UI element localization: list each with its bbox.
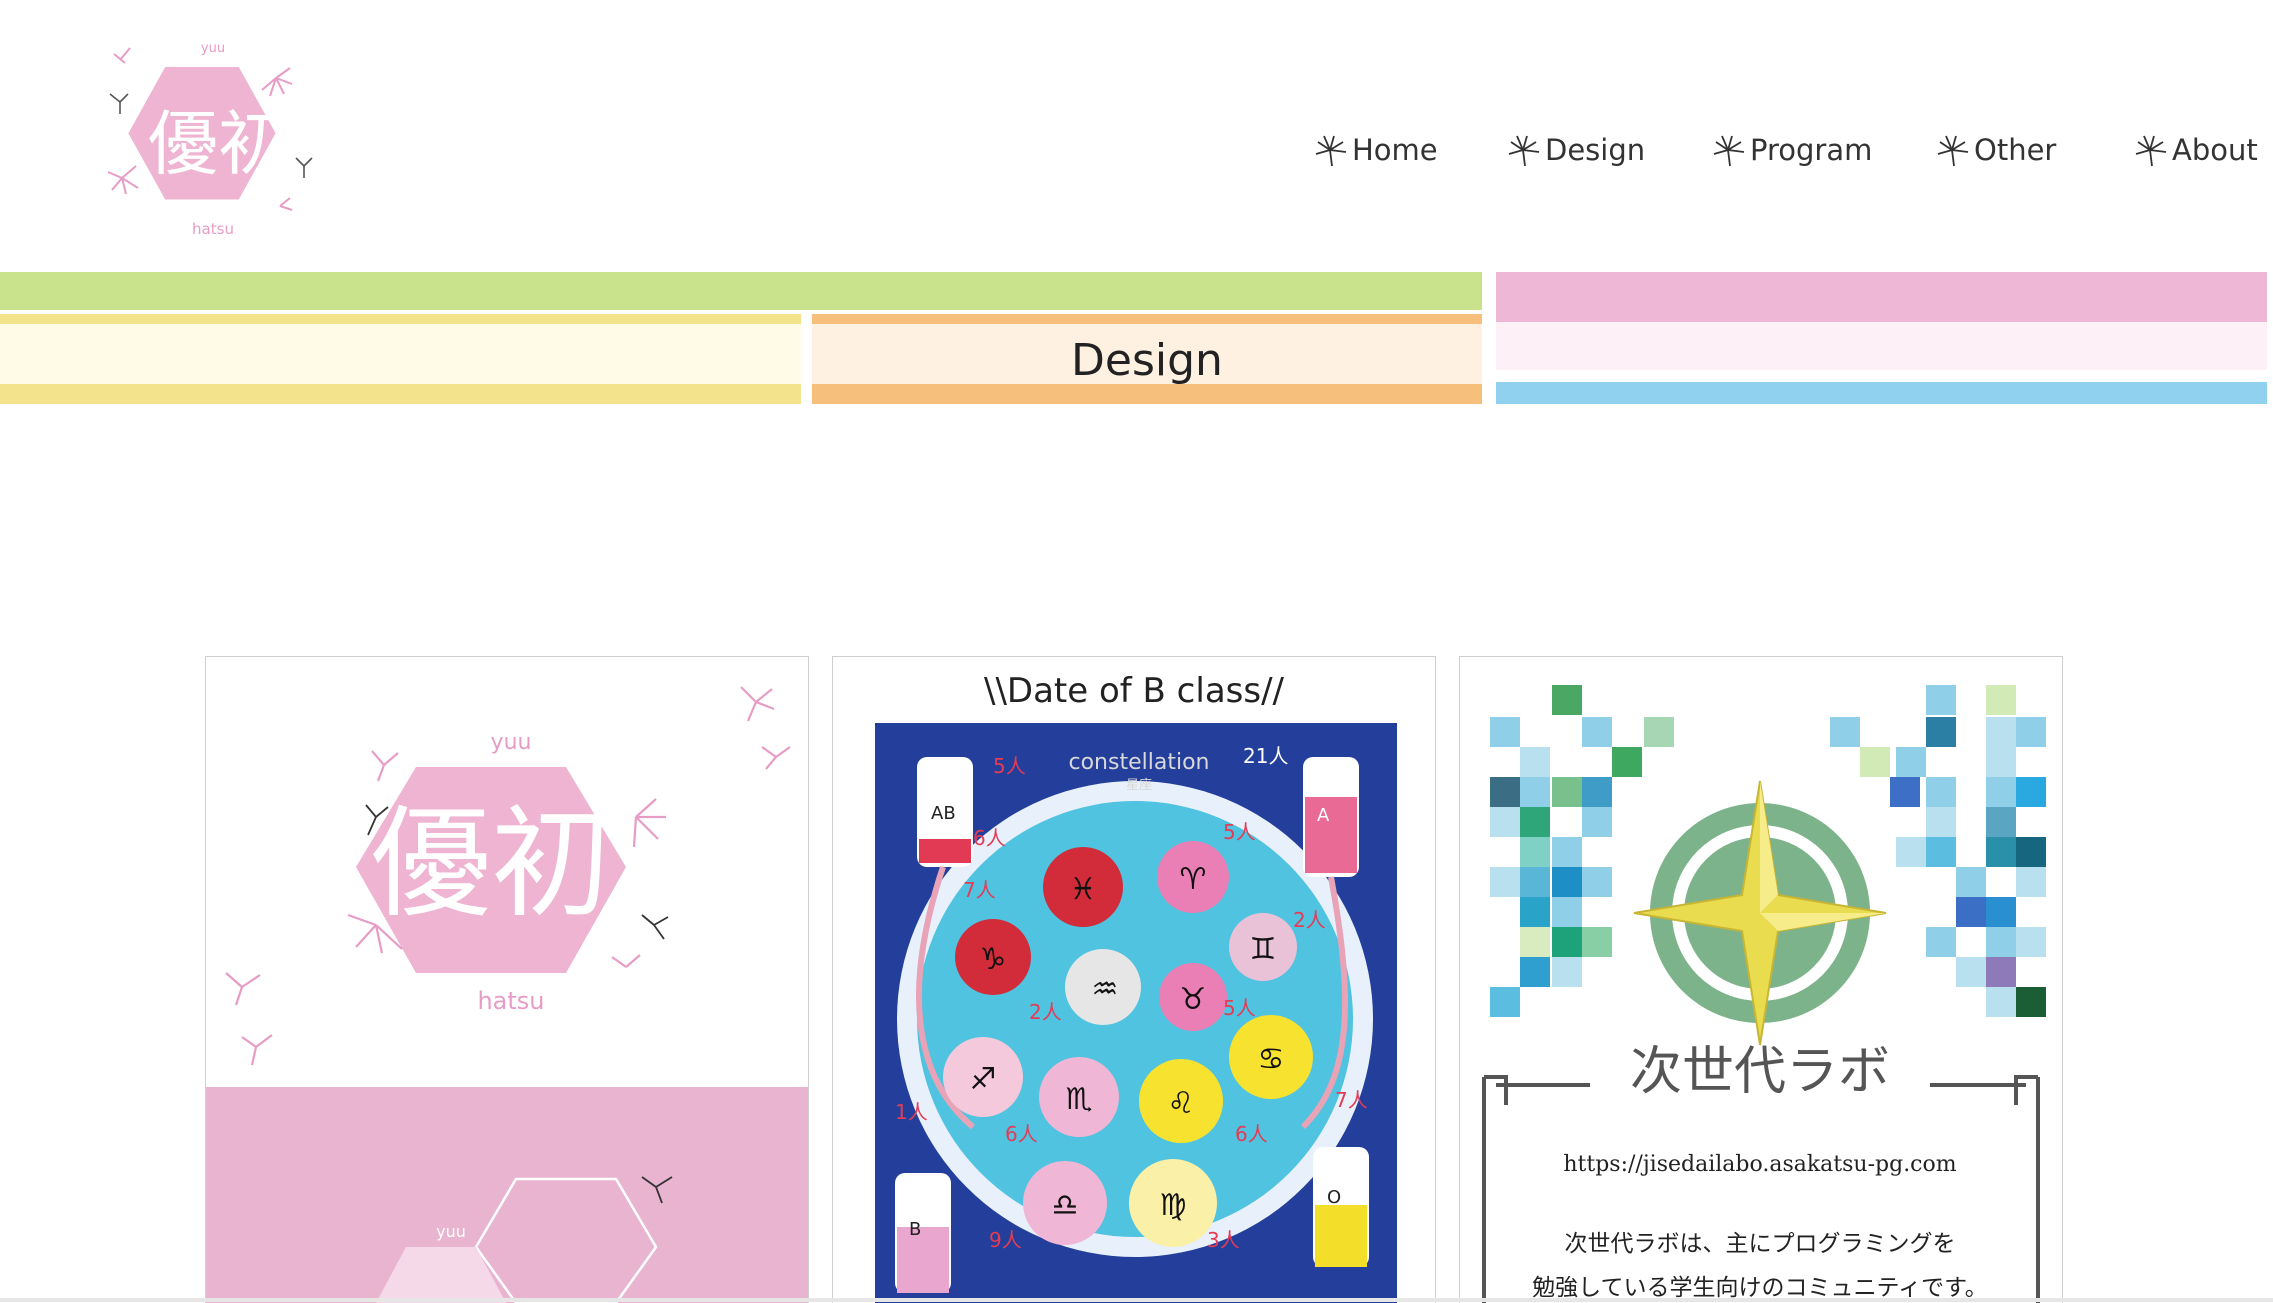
svg-text:2人: 2人	[1293, 908, 1326, 932]
nav-item-about[interactable]: About	[2130, 120, 2258, 180]
svg-text:A: A	[1317, 805, 1330, 826]
center-title: constellation	[1069, 750, 1210, 775]
nav-item-program[interactable]: Program	[1708, 120, 1872, 180]
nav-item-other[interactable]: Other	[1932, 120, 2056, 180]
svg-text:B: B	[909, 1219, 921, 1240]
blood-bag-a: A	[1303, 757, 1359, 877]
nav-label: Home	[1352, 133, 1438, 167]
blood-bag-ab: AB	[917, 757, 973, 867]
svg-text:♉: ♉	[1180, 982, 1207, 1017]
dandelion-icon	[1713, 135, 1745, 167]
svg-text:yuu: yuu	[436, 1222, 466, 1241]
bottom-divider	[0, 1298, 2273, 1302]
nav-item-home[interactable]: Home	[1310, 120, 1438, 180]
svg-text:♒: ♒	[1092, 972, 1119, 1007]
nav-label: Other	[1974, 133, 2057, 167]
card-logo-bottom-text: hatsu	[477, 987, 544, 1015]
svg-text:1人: 1人	[895, 1100, 928, 1124]
main-nav: Home Design Program Other About	[0, 120, 2273, 180]
svg-text:O: O	[1327, 1187, 1341, 1208]
nav-label: About	[2172, 133, 2258, 167]
svg-text:3人: 3人	[1207, 1228, 1240, 1252]
blood-bag-o: O	[1313, 1147, 1369, 1267]
pink-band	[1496, 272, 2267, 322]
card-header: \\Date of B class//	[983, 671, 1284, 711]
orange-band-top	[812, 314, 1482, 324]
svg-text:♊: ♊	[1250, 932, 1277, 967]
card-jisedai-labo[interactable]: 次世代ラボ https://jisedailabo.asakatsu-pg.co…	[1459, 656, 2063, 1303]
constellation-artwork: constellation 星座 AB A B O ♓ ♈♊ ♑♒ ♉ ♐♏ ♌…	[875, 723, 1397, 1303]
svg-text:♐: ♐	[970, 1062, 997, 1097]
svg-text:優初: 優初	[371, 795, 611, 934]
svg-text:♑: ♑	[980, 942, 1007, 977]
svg-text:AB: AB	[931, 803, 956, 824]
blood-bag-b: B	[895, 1173, 951, 1293]
dandelion-icon	[1937, 135, 1969, 167]
labo-url: https://jisedailabo.asakatsu-pg.com	[1563, 1152, 1956, 1177]
nav-label: Design	[1545, 133, 1646, 167]
pixel-mosaic-left	[1490, 685, 1674, 1017]
nav-item-design[interactable]: Design	[1503, 120, 1645, 180]
yuuhatsu-logo-artwork: 優初 yuu hatsu yuu	[206, 686, 808, 1303]
logo-top-text: yuu	[201, 41, 225, 56]
yellow-band-fill	[0, 324, 801, 384]
card-logo-top-text: yuu	[491, 730, 532, 755]
svg-text:7人: 7人	[1335, 1088, 1368, 1112]
svg-text:5人: 5人	[1223, 996, 1256, 1020]
svg-text:♋: ♋	[1258, 1042, 1285, 1077]
dandelion-icon	[1508, 135, 1540, 167]
center-sub: 星座	[1126, 778, 1152, 793]
svg-text:7人: 7人	[963, 878, 996, 902]
logo-bottom-text: hatsu	[192, 220, 234, 238]
svg-text:♌: ♌	[1168, 1086, 1195, 1121]
svg-text:9人: 9人	[989, 1228, 1022, 1252]
svg-text:2人: 2人	[1029, 1000, 1062, 1024]
nav-label: Program	[1750, 133, 1873, 167]
yellow-band-bottom	[0, 384, 801, 404]
yellow-band-top	[0, 314, 801, 324]
svg-text:5人: 5人	[993, 754, 1026, 778]
labo-desc-line1: 次世代ラボは、主にプログラミングを	[1565, 1231, 1956, 1257]
svg-text:♓: ♓	[1070, 872, 1097, 907]
dandelion-icon	[1315, 135, 1347, 167]
green-band	[0, 272, 1482, 310]
orange-band-bottom	[812, 384, 1482, 404]
svg-text:21人: 21人	[1243, 744, 1288, 768]
pink-band-fill	[1496, 322, 2267, 370]
page-title: Design	[1071, 334, 1223, 386]
svg-text:♈: ♈	[1180, 862, 1207, 897]
svg-text:6人: 6人	[1005, 1122, 1038, 1146]
svg-text:5人: 5人	[1223, 820, 1256, 844]
blue-band	[1496, 382, 2267, 404]
pixel-mosaic-right	[1830, 685, 2046, 1017]
dandelion-icon	[2135, 135, 2167, 167]
svg-text:♍: ♍	[1160, 1188, 1187, 1223]
svg-text:♏: ♏	[1066, 1082, 1093, 1117]
svg-text:♎: ♎	[1052, 1188, 1079, 1223]
svg-text:6人: 6人	[1235, 1122, 1268, 1146]
card-yuuhatsu-logo[interactable]: 優初 yuu hatsu yuu	[205, 656, 809, 1303]
svg-text:6人: 6人	[973, 826, 1006, 850]
jisedai-labo-artwork: 次世代ラボ https://jisedailabo.asakatsu-pg.co…	[1482, 685, 2046, 1303]
card-date-of-b-class[interactable]: \\Date of B class// constellation 星座 AB …	[832, 656, 1436, 1303]
labo-title: 次世代ラボ	[1630, 1042, 1890, 1102]
